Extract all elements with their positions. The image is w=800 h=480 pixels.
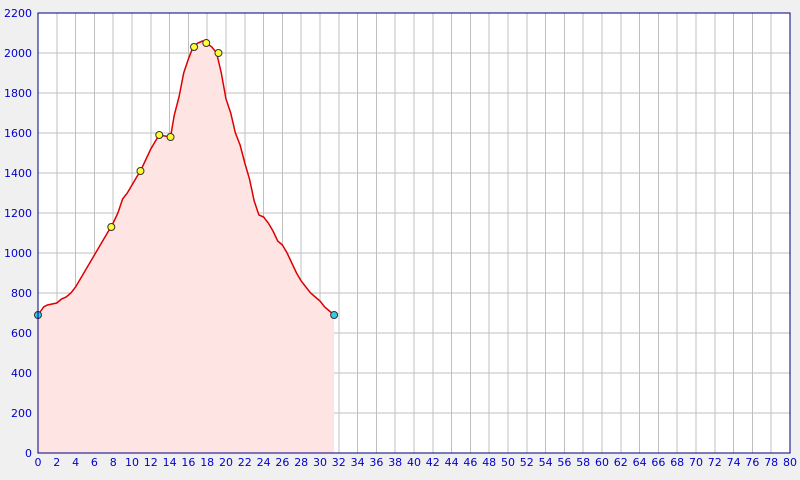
x-tick-label: 74: [727, 456, 741, 469]
x-tick-label: 44: [445, 456, 459, 469]
y-tick-label: 200: [11, 407, 32, 420]
x-tick-label: 8: [110, 456, 117, 469]
x-tick-label: 0: [35, 456, 42, 469]
y-tick-label: 1000: [4, 247, 32, 260]
x-tick-label: 24: [257, 456, 271, 469]
x-tick-label: 48: [482, 456, 496, 469]
waypoint-marker: [202, 39, 211, 47]
y-tick-label: 2000: [4, 47, 32, 60]
x-tick-label: 68: [670, 456, 684, 469]
x-tick-label: 28: [294, 456, 308, 469]
y-tick-label: 1800: [4, 87, 32, 100]
waypoint-marker: [136, 167, 145, 175]
x-tick-label: 32: [332, 456, 346, 469]
x-tick-label: 58: [576, 456, 590, 469]
x-tick-label: 14: [163, 456, 177, 469]
x-tick-label: 26: [275, 456, 289, 469]
y-tick-label: 400: [11, 367, 32, 380]
x-tick-label: 56: [557, 456, 571, 469]
x-tick-label: 64: [633, 456, 647, 469]
x-tick-label: 66: [651, 456, 665, 469]
x-tick-label: 80: [783, 456, 797, 469]
x-tick-label: 60: [595, 456, 609, 469]
x-tick-label: 40: [407, 456, 421, 469]
elevation-chart: 0 2 4 6 8 10 12 14 16 18 20 22 24 26 28 30 32 34 36 38 40 42 4…: [0, 0, 800, 480]
waypoint-marker: [190, 43, 199, 51]
x-tick-label: 22: [238, 456, 252, 469]
y-tick-label: 800: [11, 287, 32, 300]
waypoint-marker: [155, 131, 164, 139]
x-tick-label: 46: [463, 456, 477, 469]
x-tick-label: 36: [369, 456, 383, 469]
x-tick-label: 30: [313, 456, 327, 469]
y-tick-label: 0: [25, 447, 32, 460]
x-tick-label: 12: [144, 456, 158, 469]
x-tick-label: 16: [181, 456, 195, 469]
x-tick-label: 18: [200, 456, 214, 469]
x-tick-label: 42: [426, 456, 440, 469]
endpoint-marker: [330, 311, 339, 319]
x-tick-label: 34: [351, 456, 365, 469]
x-tick-label: 6: [91, 456, 98, 469]
x-tick-label: 54: [539, 456, 553, 469]
x-tick-label: 72: [708, 456, 722, 469]
waypoint-marker: [214, 49, 223, 57]
x-tick-label: 78: [764, 456, 778, 469]
x-axis-tick-labels: 0 2 4 6 8 10 12 14 16 18 20 22 24 26 28 30 32 34 36 38 40 42 4…: [35, 456, 798, 469]
x-tick-label: 10: [125, 456, 139, 469]
x-tick-label: 76: [745, 456, 759, 469]
y-tick-label: 1200: [4, 207, 32, 220]
x-tick-label: 70: [689, 456, 703, 469]
x-tick-label: 4: [72, 456, 79, 469]
x-tick-label: 20: [219, 456, 233, 469]
waypoint-marker: [107, 223, 116, 231]
y-tick-label: 2200: [4, 7, 32, 20]
y-tick-label: 1400: [4, 167, 32, 180]
x-tick-label: 38: [388, 456, 402, 469]
x-tick-label: 52: [520, 456, 534, 469]
waypoint-marker: [166, 133, 175, 141]
y-tick-label: 600: [11, 327, 32, 340]
x-tick-label: 62: [614, 456, 628, 469]
x-tick-label: 50: [501, 456, 515, 469]
y-tick-label: 1600: [4, 127, 32, 140]
x-tick-label: 2: [53, 456, 60, 469]
